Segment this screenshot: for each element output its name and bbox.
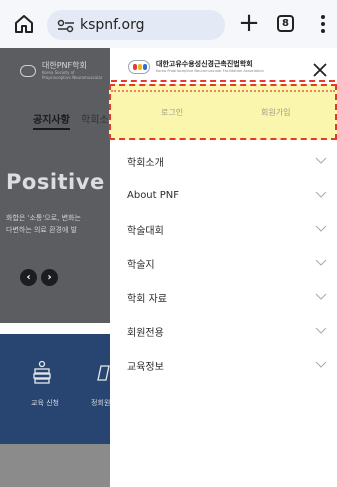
menu-item-label: About PNF	[127, 189, 180, 201]
chevron-down-icon	[315, 191, 327, 198]
document-icon[interactable]	[97, 360, 111, 386]
hero-desc-line2: 다변하는 의료 환경에 발	[6, 226, 78, 234]
navigation-drawer: 대한고유수용성신경근촉진법학회 Korea Proprioceptive Neu…	[109, 48, 337, 487]
menu-item-resources[interactable]: 학회 자료	[110, 280, 337, 314]
site-info-icon[interactable]	[57, 18, 75, 33]
hero-logo-title: 대한PNF학회	[42, 61, 87, 70]
books-icon[interactable]	[32, 360, 52, 386]
menu-item-label: 학술대회	[127, 225, 164, 237]
browser-toolbar: kspnf.org + 8	[0, 0, 337, 48]
band-label-member[interactable]: 정회원	[91, 398, 110, 408]
menu-item-label: 학술지	[127, 259, 155, 271]
more-vert-icon[interactable]	[316, 12, 330, 36]
notice-section	[0, 444, 110, 487]
tab-notice[interactable]: 공지사항	[33, 111, 70, 130]
tab-switcher-icon[interactable]: 8	[277, 15, 294, 32]
drawer-logo-title: 대한고유수용성신경근촉진법학회	[156, 60, 253, 68]
drawer-logo-sub: Korea Proprioceptive Neuromuscular Facil…	[156, 69, 264, 73]
band-label-education[interactable]: 교육 신청	[31, 398, 59, 408]
login-link[interactable]: 로그인	[161, 107, 183, 118]
home-icon[interactable]	[12, 12, 36, 36]
chevron-down-icon	[315, 225, 327, 232]
hero-description: 화합은 '소통'으로, 변화는 다변하는 의료 환경에 발	[6, 212, 81, 236]
menu-item-about-pnf[interactable]: About PNF	[110, 178, 337, 212]
chevron-down-icon	[315, 259, 327, 266]
hero-title: Positive	[6, 170, 105, 194]
hero-logo: 대한PNF학회 Korea Society of Proprioceptive …	[20, 61, 103, 80]
drawer-menu: 학회소개 About PNF 학술대회 학술지 학회 자료 회원전용 교육정보	[110, 144, 337, 382]
close-icon[interactable]	[312, 62, 328, 78]
drawer-logo[interactable]: 대한고유수용성신경근촉진법학회 Korea Proprioceptive Neu…	[128, 60, 264, 74]
hero-desc-line1: 화합은 '소통'으로, 변화는	[6, 214, 81, 222]
arrow-left-icon[interactable]: ‹	[20, 269, 37, 286]
menu-item-members-only[interactable]: 회원전용	[110, 314, 337, 348]
menu-item-label: 교육정보	[127, 361, 164, 373]
menu-item-journal[interactable]: 학술지	[110, 246, 337, 280]
menu-item-about-society[interactable]: 학회소개	[110, 144, 337, 178]
hero-banner: 대한PNF학회 Korea Society of Proprioceptive …	[0, 48, 110, 323]
chevron-down-icon	[315, 293, 327, 300]
auth-highlight-box: 로그인 회원가입	[109, 80, 337, 140]
url-text: kspnf.org	[80, 17, 145, 33]
chevron-down-icon	[315, 157, 327, 164]
signup-link[interactable]: 회원가입	[261, 107, 290, 118]
hero-logo-sub2: Proprioceptive Neuromuscular	[42, 75, 103, 80]
menu-item-education[interactable]: 교육정보	[110, 348, 337, 382]
menu-item-conference[interactable]: 학술대회	[110, 212, 337, 246]
menu-item-label: 회원전용	[127, 327, 164, 339]
logo-emblem-icon	[20, 64, 36, 77]
chevron-down-icon	[315, 327, 327, 334]
arrow-right-icon[interactable]: ›	[41, 269, 58, 286]
quick-menu-band: 교육 신청 정회원	[0, 334, 110, 444]
menu-item-label: 학회소개	[127, 157, 164, 169]
menu-item-label: 학회 자료	[127, 293, 167, 305]
chevron-down-icon	[315, 361, 327, 368]
tab-society[interactable]: 학회소	[81, 111, 109, 126]
new-tab-icon[interactable]: +	[237, 10, 261, 36]
logo-emblem-icon	[128, 60, 150, 74]
address-bar[interactable]: kspnf.org	[47, 10, 225, 40]
slider-controls: ‹ ›	[20, 269, 62, 286]
